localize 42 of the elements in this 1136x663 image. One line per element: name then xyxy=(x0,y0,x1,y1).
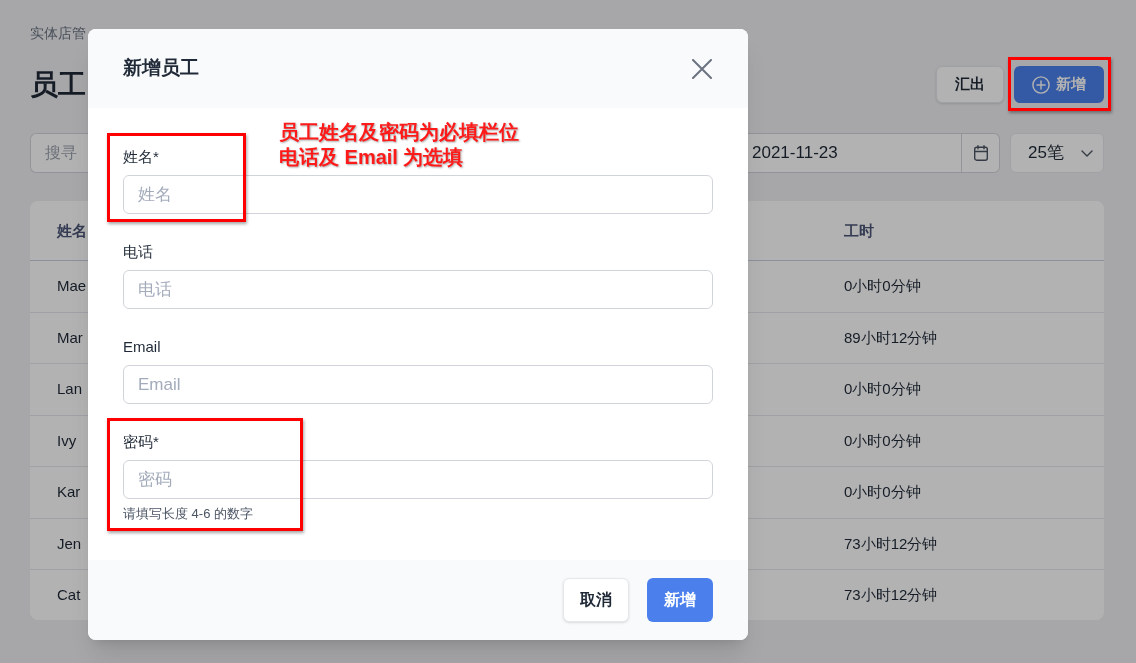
search-field[interactable]: 搜寻 xyxy=(30,133,88,173)
table-cell: 73小时12分钟 xyxy=(844,534,938,552)
export-button[interactable]: 汇出 xyxy=(936,66,1004,103)
calendar-icon xyxy=(973,145,988,161)
annotation-text: 电话及 Email 为选填 xyxy=(279,145,464,170)
date-field[interactable]: 2021-11-23 xyxy=(748,133,1000,173)
input-field[interactable]: Email xyxy=(123,365,713,404)
dialog-title: 新增员工 xyxy=(123,56,199,81)
table-cell: Jen xyxy=(57,534,82,552)
field-label: Email xyxy=(123,337,161,357)
cancel-button[interactable]: 取消 xyxy=(563,578,629,622)
annotation-text: 员工姓名及密码为必填栏位 xyxy=(279,120,519,145)
table-cell: Mar xyxy=(57,328,83,346)
table-cell: 0小时0分钟 xyxy=(844,277,921,295)
field-label: 密码* xyxy=(123,432,159,452)
close-icon xyxy=(692,58,712,79)
close-button[interactable] xyxy=(692,58,712,79)
table-cell: 89小时12分钟 xyxy=(844,328,938,346)
input-field[interactable]: 密码 xyxy=(123,460,713,499)
page-size-select[interactable]: 25笔 xyxy=(1010,133,1104,173)
field-label: 姓名* xyxy=(123,147,159,167)
input-field[interactable]: 姓名 xyxy=(123,175,713,214)
chevron-down-icon xyxy=(1081,149,1093,157)
date-value: 2021-11-23 xyxy=(751,142,839,165)
table-cell: Lan xyxy=(57,380,83,398)
field-label: 电话 xyxy=(123,242,153,262)
table-cell: 0小时0分钟 xyxy=(844,483,921,501)
submit-button[interactable]: 新增 xyxy=(647,578,713,622)
input-field[interactable]: 电话 xyxy=(123,270,713,309)
table-cell: Mae xyxy=(57,277,87,295)
table-cell: Cat xyxy=(57,586,81,603)
table-cell: 0小时0分钟 xyxy=(844,380,921,398)
column-header: 工时 xyxy=(844,221,874,239)
page-title: 员工 xyxy=(30,67,86,102)
breadcrumb-link[interactable]: 实体店管 xyxy=(30,23,86,43)
table-cell: Kar xyxy=(57,483,81,501)
column-header: 姓名 xyxy=(57,221,87,239)
field-hint: 请填写长度 4-6 的数字 xyxy=(123,505,253,523)
table-cell: 0小时0分钟 xyxy=(844,431,921,449)
table-cell: 73小时12分钟 xyxy=(844,586,938,603)
plus-circle-icon xyxy=(1032,75,1050,94)
table-cell: Ivy xyxy=(57,431,77,449)
